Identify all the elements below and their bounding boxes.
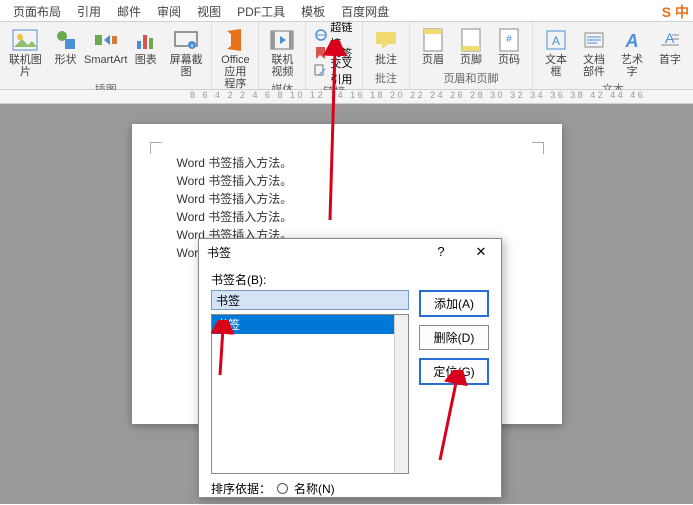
- pagenum-icon: #: [495, 26, 523, 54]
- bookmark-list-item[interactable]: 书签: [212, 315, 408, 334]
- add-button[interactable]: 添加(A): [419, 290, 489, 317]
- tab-review[interactable]: 审阅: [149, 0, 189, 21]
- group-illustrations: 联机图片 形状 SmartArt 图表 + 屏幕截图 插图: [0, 22, 212, 89]
- textbox-button[interactable]: A 文本框: [537, 24, 575, 80]
- tab-pdf[interactable]: PDF工具: [229, 0, 293, 21]
- textbox-icon: A: [542, 26, 570, 54]
- app-logo: S 中: [662, 2, 689, 22]
- ribbon: 联机图片 形状 SmartArt 图表 + 屏幕截图 插图: [0, 22, 693, 90]
- group-links: 超链接 书签 交叉引用 链接: [306, 22, 363, 89]
- svg-text:#: #: [506, 34, 512, 45]
- doc-text-line: Word 书签插入方法。: [162, 190, 532, 208]
- header-button[interactable]: 页眉: [414, 24, 452, 68]
- shapes-icon: [52, 26, 80, 54]
- hyperlink-button[interactable]: 超链接: [312, 26, 356, 44]
- dialog-help-button[interactable]: ?: [429, 244, 453, 260]
- dialog-title-text: 书签: [207, 244, 231, 261]
- group-comments: 批注 批注: [363, 22, 410, 89]
- goto-button[interactable]: 定位(G): [419, 358, 489, 385]
- sort-label: 排序依据：: [211, 480, 271, 497]
- group-text: A 文本框 文档部件 A 艺术字 A 首字 文本: [533, 22, 693, 89]
- dialog-close-button[interactable]: ✕: [469, 244, 493, 260]
- sort-row: 排序依据： 名称(N): [211, 480, 489, 497]
- crossref-icon: [314, 64, 328, 78]
- header-icon: [419, 26, 447, 54]
- smartart-button[interactable]: SmartArt: [85, 24, 127, 68]
- sort-name-label: 名称(N): [294, 480, 335, 497]
- video-icon: [268, 26, 296, 54]
- footer-button[interactable]: 页脚: [452, 24, 490, 68]
- pagenum-button[interactable]: # 页码: [490, 24, 528, 68]
- office-icon: [221, 26, 249, 54]
- tab-baidu[interactable]: 百度网盘: [333, 0, 397, 21]
- comment-icon: [372, 26, 400, 54]
- tab-mail[interactable]: 邮件: [109, 0, 149, 21]
- screenshot-button[interactable]: + 屏幕截图: [165, 24, 208, 80]
- chart-icon: [132, 26, 160, 54]
- margin-corner-tr: [532, 142, 544, 154]
- chart-button[interactable]: 图表: [127, 24, 165, 68]
- parts-button[interactable]: 文档部件: [575, 24, 613, 80]
- group-apps: Office 应用程序 应用程序: [212, 22, 259, 89]
- wordart-icon: A: [618, 26, 646, 54]
- smartart-icon: [92, 26, 120, 54]
- crossref-button[interactable]: 交叉引用: [312, 62, 356, 80]
- dropcap-button[interactable]: A 首字: [651, 24, 689, 68]
- listbox-scrollbar[interactable]: [394, 315, 408, 473]
- comment-button[interactable]: 批注: [367, 24, 405, 68]
- bookmark-dialog: 书签 ? ✕ 书签名(B): 书签 添加(A) 删除(D) 定位(G) 排序依据…: [198, 238, 502, 498]
- office-apps-button[interactable]: Office 应用程序: [216, 24, 254, 92]
- parts-icon: [580, 26, 608, 54]
- link-icon: [314, 28, 328, 42]
- svg-text:A: A: [625, 31, 639, 51]
- dropcap-icon: A: [656, 26, 684, 54]
- doc-text-line: Word 书签插入方法。: [162, 154, 532, 172]
- online-video-button[interactable]: 联机视频: [263, 24, 301, 80]
- bookmark-listbox[interactable]: 书签: [211, 314, 409, 474]
- wordart-button[interactable]: A 艺术字: [613, 24, 651, 80]
- sort-name-radio[interactable]: [277, 483, 288, 494]
- online-pic-icon: [11, 26, 39, 54]
- bookmark-name-label: 书签名(B):: [211, 271, 489, 288]
- tab-view[interactable]: 视图: [189, 0, 229, 21]
- horizontal-ruler: 8 6 4 2 2 4 6 8 10 12 14 16 18 20 22 24 …: [0, 90, 693, 104]
- tab-template[interactable]: 模板: [293, 0, 333, 21]
- tab-layout[interactable]: 页面布局: [5, 0, 69, 21]
- dialog-titlebar[interactable]: 书签 ? ✕: [199, 239, 501, 265]
- screenshot-icon: +: [172, 26, 200, 54]
- group-media: 联机视频 媒体: [259, 22, 306, 89]
- online-pictures-button[interactable]: 联机图片: [4, 24, 47, 80]
- delete-button[interactable]: 删除(D): [419, 325, 489, 350]
- margin-corner-tl: [150, 142, 162, 154]
- footer-icon: [457, 26, 485, 54]
- doc-text-line: Word 书签插入方法。: [162, 208, 532, 226]
- svg-text:+: +: [190, 43, 194, 50]
- doc-text-line: Word 书签插入方法。: [162, 172, 532, 190]
- tab-references[interactable]: 引用: [69, 0, 109, 21]
- svg-text:A: A: [552, 34, 560, 48]
- shapes-button[interactable]: 形状: [47, 24, 85, 68]
- bookmark-icon: [314, 46, 328, 60]
- svg-text:A: A: [665, 30, 675, 46]
- group-header-footer: 页眉 页脚 # 页码 页眉和页脚: [410, 22, 533, 89]
- bookmark-name-input[interactable]: [211, 290, 409, 310]
